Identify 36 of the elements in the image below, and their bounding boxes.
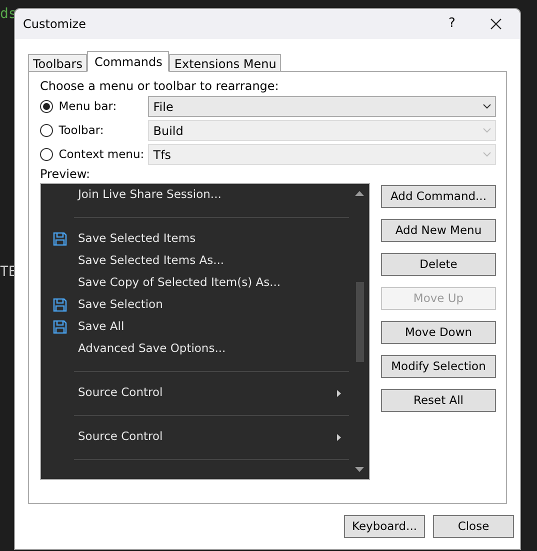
submenu-arrow-icon (337, 434, 341, 440)
tab[interactable]: Commands (87, 51, 170, 72)
action-button[interactable]: Delete (381, 253, 496, 276)
dialog-button[interactable]: Close (433, 515, 514, 538)
menu-item[interactable]: Save Copy of Selected Item(s) As... (78, 274, 351, 292)
menu-item[interactable]: Save Selected Items As... (78, 252, 351, 270)
tab[interactable]: Extensions Menu (169, 54, 282, 72)
radio-label[interactable]: Menu bar: (58, 98, 148, 116)
dropdown[interactable]: File (148, 96, 496, 117)
submenu-arrow-icon (337, 390, 341, 396)
menu-item[interactable]: Source Control (78, 384, 337, 402)
dialog-button[interactable]: Keyboard... (344, 515, 425, 538)
preview-label: Preview: (40, 166, 92, 182)
window-title: Customize (23, 16, 87, 33)
tab[interactable]: Toolbars (28, 54, 88, 72)
scrollbar-thumb[interactable] (356, 282, 364, 362)
action-button[interactable]: Move Down (381, 321, 496, 344)
action-button[interactable]: Add Command... (381, 185, 496, 208)
action-button[interactable]: Add New Menu (381, 219, 496, 242)
action-button[interactable]: Modify Selection (381, 355, 496, 378)
close-icon (490, 18, 502, 30)
chevron-down-icon (483, 128, 491, 133)
menu-item[interactable]: Join Live Share Session... (78, 186, 351, 204)
menu-item[interactable]: Save All (78, 318, 351, 336)
chevron-down-icon (483, 152, 491, 157)
action-button[interactable]: Reset All (381, 389, 496, 412)
chevron-down-icon (483, 104, 491, 109)
menu-item[interactable]: Source Control (78, 428, 337, 446)
radio-button[interactable] (40, 100, 53, 113)
menu-item[interactable]: Save Selected Items (78, 230, 351, 248)
help-button[interactable]: ? (434, 14, 470, 34)
menu-item[interactable]: Save Selection (78, 296, 351, 314)
scroll-down-icon[interactable] (355, 467, 364, 472)
menu-item[interactable]: Advanced Save Options... (78, 340, 351, 358)
prompt-label: Choose a menu or toolbar to rearrange: (40, 78, 280, 94)
scroll-up-icon[interactable] (355, 191, 364, 196)
